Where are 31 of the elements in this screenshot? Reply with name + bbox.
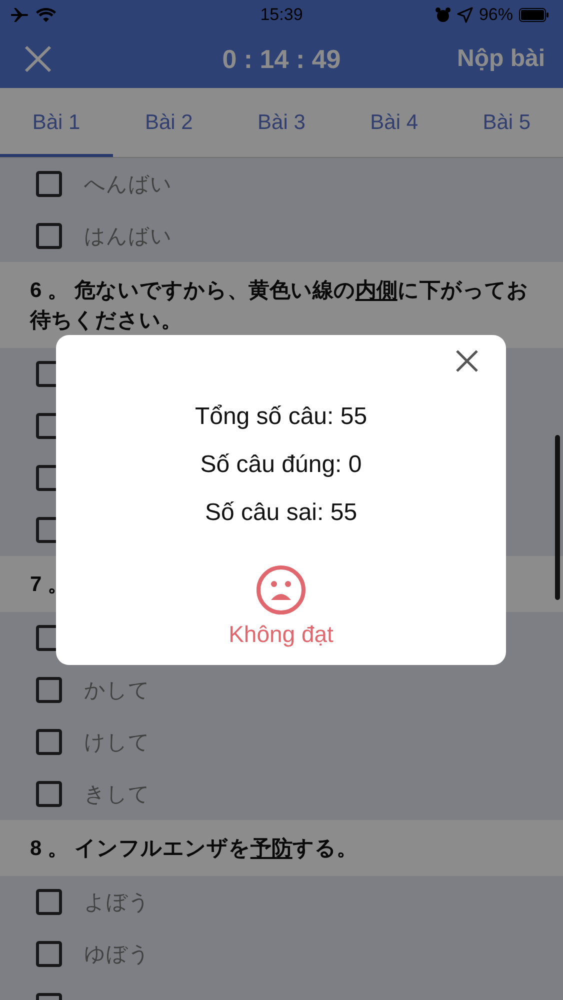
answer-option[interactable]: はんばい <box>84 222 172 250</box>
answer-option[interactable]: かして <box>84 676 150 704</box>
tab[interactable]: Bài 2 <box>112 88 226 157</box>
checkbox[interactable] <box>36 677 62 703</box>
location-arrow-icon <box>456 7 473 23</box>
tab[interactable]: Bài 5 <box>450 88 563 157</box>
wifi-icon <box>36 7 56 23</box>
checkbox[interactable] <box>36 781 62 807</box>
airplane-icon <box>10 7 30 23</box>
status-time: 15:39 <box>260 5 303 25</box>
checkbox[interactable] <box>36 729 62 755</box>
answer-option[interactable]: けして <box>84 728 150 756</box>
checkbox[interactable] <box>36 941 62 967</box>
tab[interactable]: Bài 3 <box>225 88 338 157</box>
close-icon[interactable] <box>24 45 52 73</box>
answer-option[interactable]: きして <box>84 780 150 808</box>
checkbox[interactable] <box>36 171 62 197</box>
answer-option[interactable]: ゆぼう <box>84 940 150 968</box>
result-verdict: Không đạt <box>228 621 334 648</box>
checkbox[interactable] <box>36 889 62 915</box>
battery-icon <box>519 8 549 22</box>
result-line: Số câu đúng: 0 <box>200 450 362 480</box>
countdown-timer: 0 : 14 : 49 <box>222 44 341 74</box>
answer-option[interactable]: へんばい <box>84 170 172 198</box>
result-line: Tổng số câu: 55 <box>194 402 368 432</box>
checkbox[interactable] <box>36 223 62 249</box>
answer-option[interactable]: よぼう <box>84 888 150 916</box>
submit-button[interactable]: Nộp bài <box>453 41 549 77</box>
battery-percent: 96% <box>478 5 513 25</box>
result-line: Số câu sai: 55 <box>204 498 358 528</box>
tab[interactable]: Bài 4 <box>338 88 450 157</box>
